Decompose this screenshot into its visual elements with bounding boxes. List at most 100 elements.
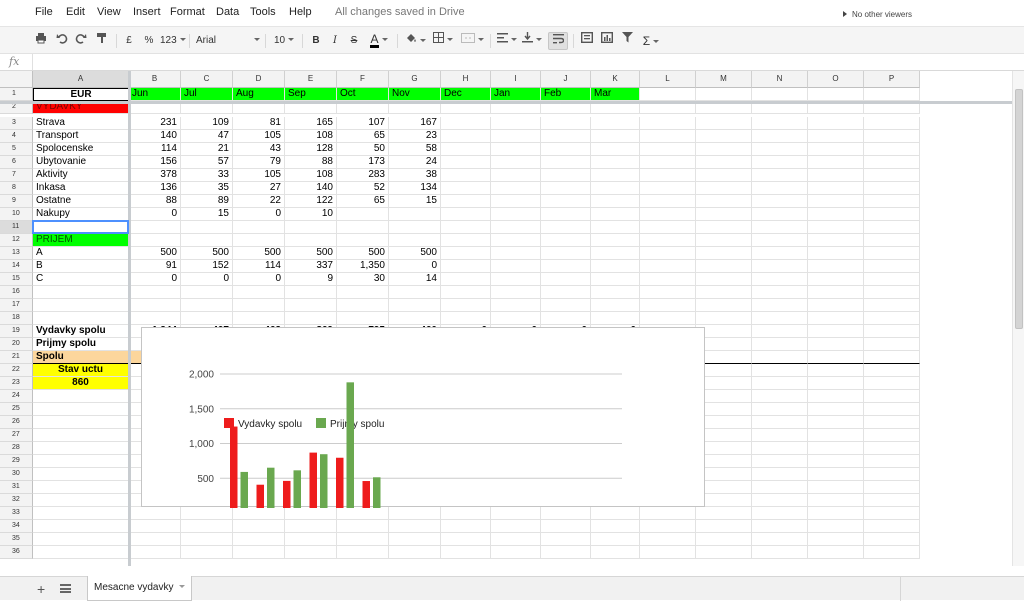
- cell-f5[interactable]: 50: [337, 143, 389, 156]
- column-header-n[interactable]: N: [752, 71, 808, 88]
- cell-p9[interactable]: [864, 195, 920, 208]
- cell-p28[interactable]: [864, 442, 920, 455]
- cell-e9[interactable]: 122: [285, 195, 337, 208]
- cell-i17[interactable]: [491, 299, 541, 312]
- scrollbar-thumb[interactable]: [1015, 89, 1023, 329]
- cell-h9[interactable]: [441, 195, 491, 208]
- cell-l14[interactable]: [640, 260, 696, 273]
- row-header-6[interactable]: 6: [0, 156, 33, 169]
- cell-l7[interactable]: [640, 169, 696, 182]
- row-header-10[interactable]: 10: [0, 208, 33, 221]
- cell-e1[interactable]: Sep: [285, 88, 337, 101]
- cell-b35[interactable]: [129, 533, 181, 546]
- cell-n22[interactable]: [752, 364, 808, 377]
- cell-g3[interactable]: 167: [389, 117, 441, 130]
- bar-vydavky-spolu-jun[interactable]: [230, 426, 238, 508]
- cell-h3[interactable]: [441, 117, 491, 130]
- cell-d35[interactable]: [233, 533, 285, 546]
- cell-l11[interactable]: [640, 221, 696, 234]
- cell-o7[interactable]: [808, 169, 864, 182]
- cell-e5[interactable]: 128: [285, 143, 337, 156]
- cell-b4[interactable]: 140: [129, 130, 181, 143]
- cell-j7[interactable]: [541, 169, 591, 182]
- undo-button[interactable]: [55, 32, 69, 50]
- row-header-3[interactable]: 3: [0, 117, 33, 130]
- cell-e36[interactable]: [285, 546, 337, 559]
- cell-m5[interactable]: [696, 143, 752, 156]
- cell-b11[interactable]: [129, 221, 181, 234]
- cell-n5[interactable]: [752, 143, 808, 156]
- cell-m17[interactable]: [696, 299, 752, 312]
- cell-o36[interactable]: [808, 546, 864, 559]
- cell-n1[interactable]: [752, 88, 808, 101]
- cell-o3[interactable]: [808, 117, 864, 130]
- cell-k33[interactable]: [591, 507, 640, 520]
- formula-input[interactable]: [32, 54, 1022, 70]
- cell-i33[interactable]: [491, 507, 541, 520]
- cell-c4[interactable]: 47: [181, 130, 233, 143]
- column-header-c[interactable]: C: [181, 71, 233, 88]
- cell-h11[interactable]: [441, 221, 491, 234]
- cell-b16[interactable]: [129, 286, 181, 299]
- bold-button[interactable]: B: [309, 32, 323, 50]
- cell-a13[interactable]: A: [33, 247, 129, 260]
- cell-l15[interactable]: [640, 273, 696, 286]
- cell-n18[interactable]: [752, 312, 808, 325]
- cell-c3[interactable]: 109: [181, 117, 233, 130]
- cell-n21[interactable]: [752, 351, 808, 364]
- cell-o31[interactable]: [808, 481, 864, 494]
- cell-k3[interactable]: [591, 117, 640, 130]
- insert-chart-button[interactable]: [599, 31, 615, 50]
- row-header-15[interactable]: 15: [0, 273, 33, 286]
- cell-j11[interactable]: [541, 221, 591, 234]
- cell-j4[interactable]: [541, 130, 591, 143]
- cell-e18[interactable]: [285, 312, 337, 325]
- cell-b14[interactable]: 91: [129, 260, 181, 273]
- cell-d33[interactable]: [233, 507, 285, 520]
- menu-data[interactable]: Data: [216, 6, 239, 18]
- menu-insert[interactable]: Insert: [133, 6, 161, 18]
- cell-p25[interactable]: [864, 403, 920, 416]
- cell-e6[interactable]: 88: [285, 156, 337, 169]
- cell-a12[interactable]: PRIJEM: [33, 234, 129, 247]
- legend-label[interactable]: Vydavky spolu: [238, 419, 302, 430]
- cell-j10[interactable]: [541, 208, 591, 221]
- cell-h5[interactable]: [441, 143, 491, 156]
- cell-a20[interactable]: Prijmy spolu: [33, 338, 129, 351]
- vertical-align-button[interactable]: [521, 32, 543, 50]
- cell-h36[interactable]: [441, 546, 491, 559]
- cell-p26[interactable]: [864, 416, 920, 429]
- cell-e3[interactable]: 165: [285, 117, 337, 130]
- cell-o11[interactable]: [808, 221, 864, 234]
- cell-h35[interactable]: [441, 533, 491, 546]
- cell-f14[interactable]: 1,350: [337, 260, 389, 273]
- cell-l18[interactable]: [640, 312, 696, 325]
- cell-g7[interactable]: 38: [389, 169, 441, 182]
- cell-n15[interactable]: [752, 273, 808, 286]
- cell-d36[interactable]: [233, 546, 285, 559]
- cell-h1[interactable]: Dec: [441, 88, 491, 101]
- cell-f36[interactable]: [337, 546, 389, 559]
- bar-vydavky-spolu-nov[interactable]: [362, 481, 371, 508]
- cell-a27[interactable]: [33, 429, 129, 442]
- cell-j9[interactable]: [541, 195, 591, 208]
- cell-o9[interactable]: [808, 195, 864, 208]
- cell-d1[interactable]: Aug: [233, 88, 285, 101]
- cell-o33[interactable]: [808, 507, 864, 520]
- row-header-26[interactable]: 26: [0, 416, 33, 429]
- cell-g18[interactable]: [389, 312, 441, 325]
- cell-h7[interactable]: [441, 169, 491, 182]
- cell-l13[interactable]: [640, 247, 696, 260]
- cell-p17[interactable]: [864, 299, 920, 312]
- cell-n32[interactable]: [752, 494, 808, 507]
- cell-k6[interactable]: [591, 156, 640, 169]
- number-format-dropdown[interactable]: 123: [160, 32, 186, 50]
- cell-h10[interactable]: [441, 208, 491, 221]
- cell-d34[interactable]: [233, 520, 285, 533]
- cell-f12[interactable]: [337, 234, 389, 247]
- cell-i5[interactable]: [491, 143, 541, 156]
- bar-prijmy-spolu-aug[interactable]: [293, 470, 302, 508]
- cell-o17[interactable]: [808, 299, 864, 312]
- cell-k36[interactable]: [591, 546, 640, 559]
- cell-k34[interactable]: [591, 520, 640, 533]
